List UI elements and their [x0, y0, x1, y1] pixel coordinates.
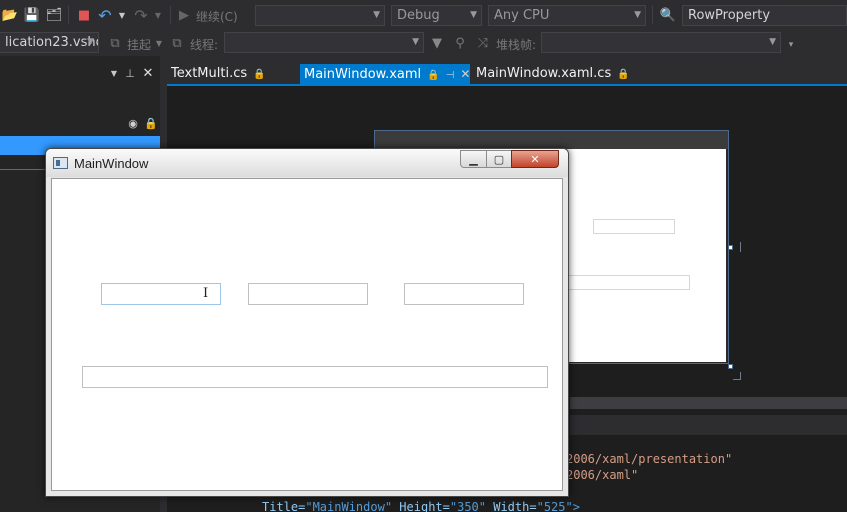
save-all-icon[interactable]: 🗂: [46, 7, 63, 23]
resize-guide: [733, 379, 741, 380]
debug-target-combo[interactable]: ▼: [255, 5, 385, 26]
app-client-area: I: [51, 178, 563, 491]
stackframe-combo[interactable]: ▼: [541, 32, 781, 53]
readonly-lock-icon: 🔒: [253, 69, 266, 80]
solution-config-value: Debug: [397, 8, 440, 23]
code-text: >: [572, 500, 580, 512]
code-attr: Title=: [262, 500, 306, 512]
maximize-button[interactable]: ▢: [486, 150, 512, 168]
textbox-3[interactable]: [404, 283, 524, 305]
tab-textmulti-cs[interactable]: TextMulti.cs 🔒: [167, 64, 266, 84]
designer-textbox-3[interactable]: [593, 219, 675, 234]
designer-titlebar: [375, 131, 728, 149]
close-button[interactable]: ✕: [511, 150, 559, 168]
code-attr: Height=: [399, 500, 450, 512]
designer-textbox-wide[interactable]: [549, 275, 690, 290]
continue-button[interactable]: 继续(C): [196, 8, 238, 25]
tab-mainwindow-xaml[interactable]: MainWindow.xaml 🔒 ⊣ ✕: [300, 64, 470, 84]
save-icon[interactable]: 💾: [24, 7, 40, 23]
textbox-wide[interactable]: [82, 366, 548, 388]
thread-combo[interactable]: ▼: [224, 32, 424, 53]
find-combo[interactable]: RowProperty: [682, 5, 847, 26]
window-icon[interactable]: [53, 157, 68, 169]
document-tab-strip: TextMulti.cs 🔒 MainWindow.xaml 🔒 ⊣ ✕ MainWin…: [167, 56, 847, 86]
lock-icon[interactable]: 🔒: [144, 116, 158, 130]
tab-mainwindow-xaml-cs[interactable]: MainWindow.xaml.cs 🔒: [472, 64, 630, 84]
toolbar-overflow-icon[interactable]: ▾: [786, 39, 796, 51]
readonly-lock-icon: 🔒: [427, 70, 440, 81]
undo-dropdown-icon[interactable]: ▼: [117, 8, 127, 22]
pin-tab-icon[interactable]: ⊣: [446, 66, 455, 86]
undo-icon[interactable]: ↶: [97, 6, 113, 25]
close-icon: ✕: [530, 152, 540, 166]
code-text: 2006/xaml/presentation": [566, 452, 733, 466]
code-line-window-attrs[interactable]: Title="MainWindow" Height="350" Width="5…: [262, 500, 580, 512]
standard-toolbar: 📂 💾 🗂 ■ ↶ ▼ ↷ ▼ ▶ 继续(C) ▼ Debug ▼ Any CPU…: [0, 0, 847, 31]
tab-label: TextMulti.cs: [171, 66, 248, 81]
resize-guide: [740, 242, 741, 252]
text-cursor-icon: I: [203, 286, 209, 301]
close-icon[interactable]: ✕: [142, 66, 154, 81]
process-combo[interactable]: lication23.vsho ▼: [0, 32, 99, 53]
code-attr: Width=: [493, 500, 537, 512]
split-view-header: [570, 397, 847, 409]
split-view-bar: [570, 415, 847, 435]
suspend-label[interactable]: 挂起: [127, 36, 151, 53]
resize-handle-right[interactable]: [728, 245, 733, 250]
code-value: "MainWindow": [305, 500, 393, 512]
process-value: lication23.vsho: [5, 35, 99, 50]
tool-window-header: ▼ ⊥ ✕: [0, 64, 160, 84]
filter-clear-icon[interactable]: ⚲: [452, 35, 468, 51]
flag-threads-icon[interactable]: ⤨: [475, 35, 491, 51]
solution-platform-combo[interactable]: Any CPU ▼: [488, 5, 646, 26]
resize-handle-corner[interactable]: [728, 364, 733, 369]
redo-dropdown-icon[interactable]: ▼: [153, 8, 163, 22]
designer-canvas[interactable]: [549, 149, 726, 362]
app-titlebar[interactable]: MainWindow ▁ ▢ ✕: [46, 149, 568, 177]
code-text: 2006/xaml": [566, 468, 639, 482]
code-value: "525": [536, 500, 573, 512]
close-tab-icon[interactable]: ✕: [460, 64, 470, 84]
solution-platform-value: Any CPU: [494, 8, 550, 23]
maximize-icon: ▢: [493, 152, 505, 166]
code-line-xmlns-x[interactable]: 2006/xaml": [566, 468, 638, 482]
open-file-icon[interactable]: 📂: [2, 7, 18, 23]
suspend-dropdown-icon[interactable]: ▼: [154, 37, 164, 49]
debug-location-toolbar: lication23.vsho ▼ ⧉ 挂起 ▼ ⧉ 线程: ▼ ▼ ⚲ ⤨ 堆栈…: [0, 31, 847, 56]
find-value: RowProperty: [688, 8, 771, 23]
filter-icon[interactable]: ▼: [430, 35, 444, 51]
textbox-2[interactable]: [248, 283, 368, 305]
code-value: "350": [449, 500, 486, 512]
thread-icon: ⧉: [172, 35, 182, 51]
thread-label: 线程:: [190, 38, 219, 52]
stop-debugging-icon[interactable]: ■: [76, 7, 92, 23]
redo-icon[interactable]: ↷: [133, 6, 149, 25]
lifecycle-events-icon[interactable]: ⧉: [108, 35, 122, 51]
visibility-eye-icon[interactable]: ◉: [126, 116, 140, 130]
continue-icon[interactable]: ▶: [178, 7, 190, 23]
minimize-button[interactable]: ▁: [460, 150, 487, 168]
tab-label: MainWindow.xaml.cs: [476, 66, 612, 81]
code-line-xmlns[interactable]: 2006/xaml/presentation": [566, 452, 732, 466]
stackframe-label: 堆栈帧:: [496, 38, 537, 52]
minimize-icon: ▁: [469, 152, 478, 166]
pin-icon[interactable]: ⊥: [125, 66, 135, 80]
mainwindow-app[interactable]: MainWindow ▁ ▢ ✕ I: [45, 148, 569, 497]
app-title: MainWindow: [74, 156, 149, 171]
readonly-lock-icon: 🔒: [617, 69, 630, 80]
find-icon: 🔍: [659, 7, 677, 23]
tab-label: MainWindow.xaml: [304, 67, 422, 82]
solution-config-combo[interactable]: Debug ▼: [391, 5, 482, 26]
window-position-icon[interactable]: ▼: [109, 66, 119, 80]
